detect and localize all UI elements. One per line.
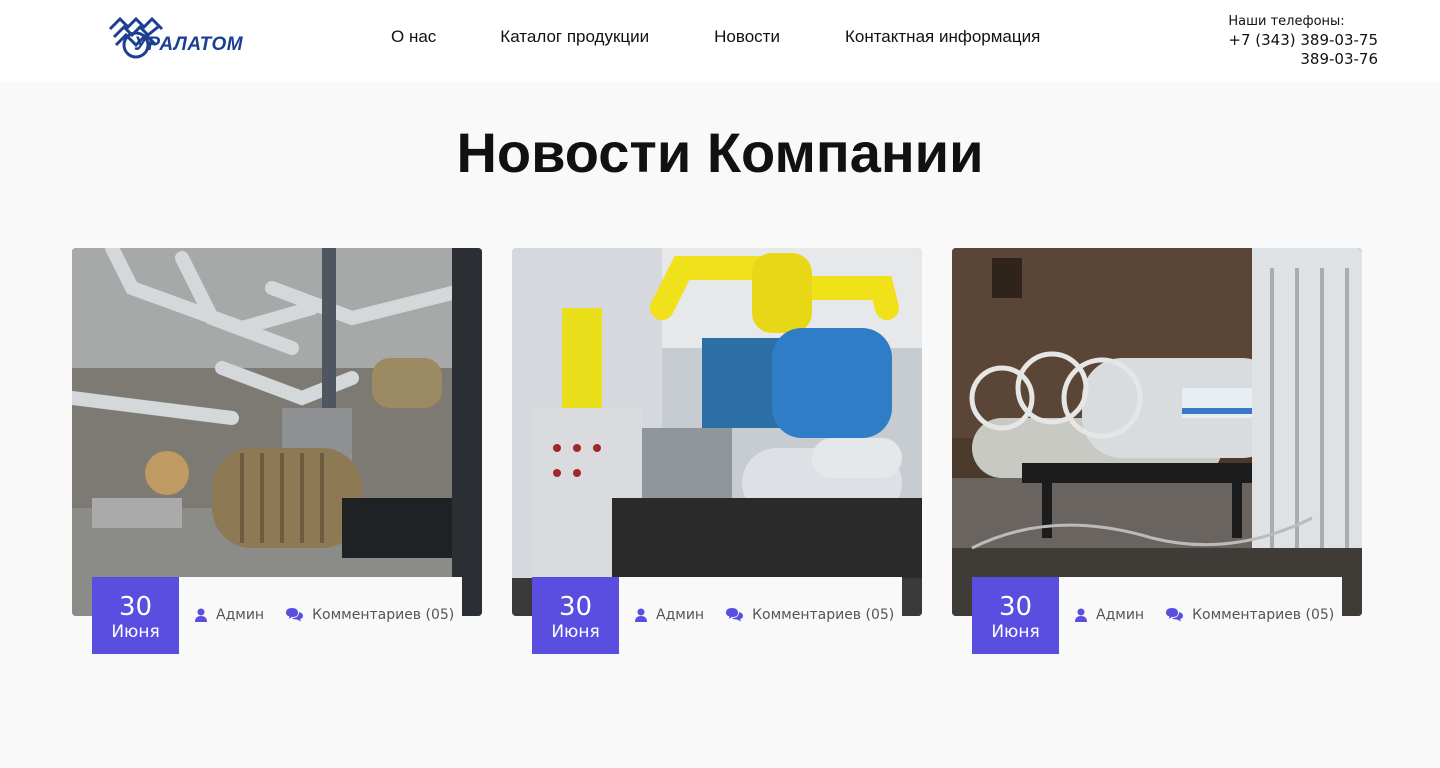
- comments-link[interactable]: Комментариев (05): [726, 607, 894, 623]
- date-month: Июня: [991, 622, 1040, 642]
- phones-label: Наши телефоны:: [1228, 14, 1345, 29]
- author-link[interactable]: Админ: [195, 607, 264, 623]
- logo[interactable]: УРАЛАТОМ: [106, 14, 276, 62]
- news-meta: 30 Июня Админ Комментариев (05): [92, 577, 462, 654]
- news-image-compressor-unit[interactable]: [512, 248, 922, 616]
- date-month: Июня: [111, 622, 160, 642]
- date-day: 30: [118, 592, 153, 622]
- news-image-cryogenic-tank[interactable]: [952, 248, 1362, 616]
- comments-icon: [1166, 608, 1184, 622]
- comments-link[interactable]: Комментариев (05): [1166, 607, 1334, 623]
- author-link[interactable]: Админ: [1075, 607, 1144, 623]
- date-badge: 30 Июня: [972, 577, 1059, 654]
- header-phones: Наши телефоны: +7 (343) 389-03-75 389-03…: [1228, 14, 1378, 69]
- site-header: УРАЛАТОМ О нас Каталог продукции Новости…: [0, 0, 1440, 82]
- page-title: Новости Компании: [456, 121, 984, 184]
- nav-item-catalog[interactable]: Каталог продукции: [500, 27, 649, 47]
- comments-count: Комментариев (05): [1192, 607, 1335, 623]
- phone-secondary[interactable]: 389-03-76: [1228, 50, 1378, 69]
- news-image-pump-motors[interactable]: [72, 248, 482, 616]
- date-day: 30: [998, 592, 1033, 622]
- author-name: Админ: [656, 607, 705, 623]
- comments-icon: [726, 608, 744, 622]
- main-nav: О нас Каталог продукции Новости Контактн…: [391, 27, 1040, 47]
- user-icon: [635, 608, 647, 622]
- nav-item-news[interactable]: Новости: [714, 27, 780, 47]
- news-card[interactable]: 30 Июня Админ Комментариев (05): [512, 248, 922, 658]
- date-badge: 30 Июня: [532, 577, 619, 654]
- author-link[interactable]: Админ: [635, 607, 704, 623]
- news-card[interactable]: 30 Июня Админ Комментариев (05): [952, 248, 1362, 658]
- nav-item-about[interactable]: О нас: [391, 27, 436, 47]
- author-name: Админ: [1096, 607, 1145, 623]
- date-badge: 30 Июня: [92, 577, 179, 654]
- news-meta: 30 Июня Админ Комментариев (05): [972, 577, 1342, 654]
- user-icon: [1075, 608, 1087, 622]
- comments-icon: [286, 608, 304, 622]
- nav-item-contacts[interactable]: Контактная информация: [845, 27, 1040, 47]
- comments-link[interactable]: Комментариев (05): [286, 607, 454, 623]
- date-day: 30: [558, 592, 593, 622]
- news-card[interactable]: 30 Июня Админ Комментариев (05): [72, 248, 482, 658]
- logo-text: УРАЛАТОМ: [134, 34, 244, 55]
- date-month: Июня: [551, 622, 600, 642]
- user-icon: [195, 608, 207, 622]
- comments-count: Комментариев (05): [752, 607, 895, 623]
- comments-count: Комментариев (05): [312, 607, 455, 623]
- news-meta: 30 Июня Админ Комментариев (05): [532, 577, 902, 654]
- author-name: Админ: [216, 607, 265, 623]
- phone-primary[interactable]: +7 (343) 389-03-75: [1228, 31, 1378, 50]
